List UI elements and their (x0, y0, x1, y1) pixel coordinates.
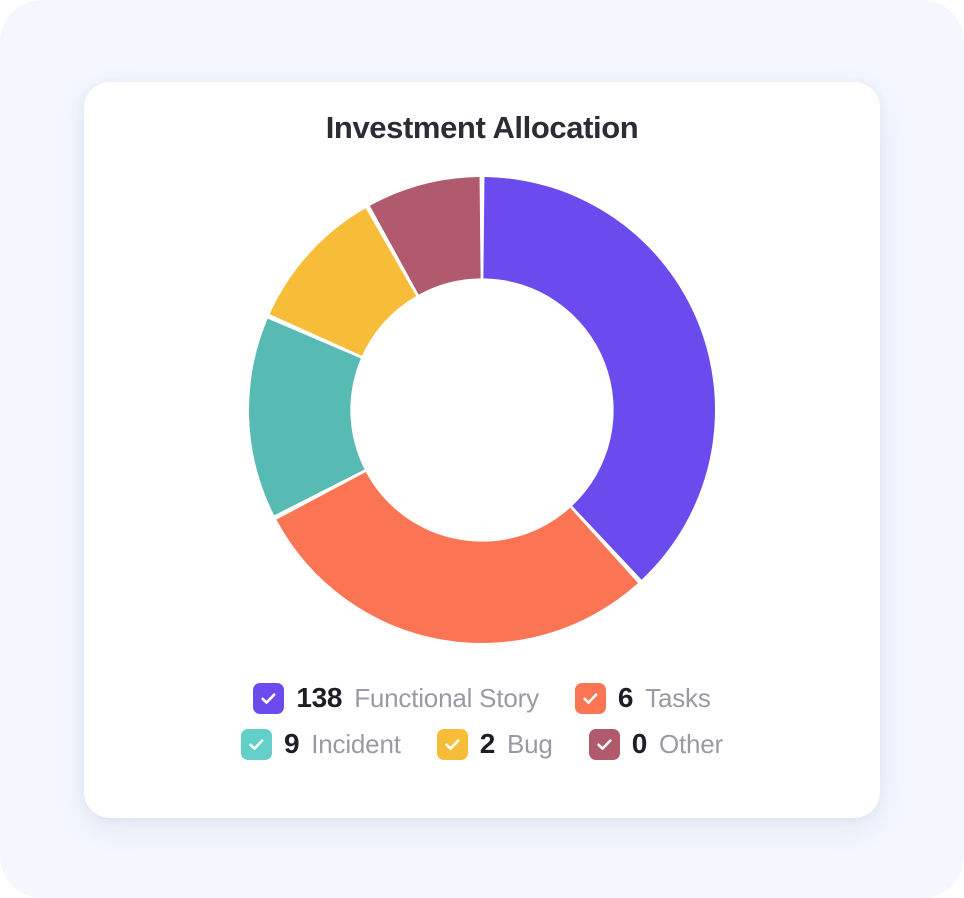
legend-row: 138 Functional Story 6 Tasks (253, 682, 711, 714)
legend-checkbox-functional-story[interactable] (253, 682, 285, 714)
investment-allocation-card: Investment Allocation 138 Functional Stor… (84, 82, 880, 818)
check-icon (583, 692, 598, 704)
legend-checkbox-incident[interactable] (240, 728, 272, 760)
check-icon (249, 738, 264, 750)
legend-row: 9 Incident 2 Bug 0 Other (240, 728, 723, 760)
legend-count-functional-story: 138 (296, 682, 343, 713)
legend-label-tasks: Tasks (645, 682, 711, 713)
legend-label-functional-story: Functional Story (354, 682, 539, 713)
legend-count-tasks: 6 (617, 682, 634, 713)
legend-checkbox-bug[interactable] (436, 728, 468, 760)
legend-item-bug[interactable]: 2 Bug (436, 728, 553, 760)
legend-count-bug: 2 (479, 728, 496, 759)
donut-chart-svg (249, 177, 715, 643)
donut-slice-functional-story[interactable] (483, 177, 715, 580)
legend-label-incident: Incident (311, 728, 401, 759)
legend-label-bug: Bug (507, 728, 553, 759)
legend-checkbox-tasks[interactable] (574, 682, 606, 714)
legend-item-functional-story[interactable]: 138 Functional Story (253, 682, 539, 714)
check-icon (261, 692, 276, 704)
donut-chart (249, 177, 715, 643)
chart-legend: 138 Functional Story 6 Tasks 9 Incident 2 Bug 0 O… (84, 682, 880, 760)
check-icon (445, 738, 460, 750)
check-icon (596, 738, 612, 750)
legend-item-incident[interactable]: 9 Incident (240, 728, 401, 760)
legend-label-other: Other (658, 728, 723, 759)
page-title: Investment Allocation (325, 110, 639, 145)
legend-checkbox-other[interactable] (588, 728, 620, 760)
legend-count-incident: 9 (283, 728, 300, 759)
page-root: Investment Allocation 138 Functional Stor… (0, 0, 964, 898)
legend-item-tasks[interactable]: 6 Tasks (574, 682, 711, 714)
legend-count-other: 0 (631, 728, 648, 759)
legend-item-other[interactable]: 0 Other (588, 728, 723, 760)
